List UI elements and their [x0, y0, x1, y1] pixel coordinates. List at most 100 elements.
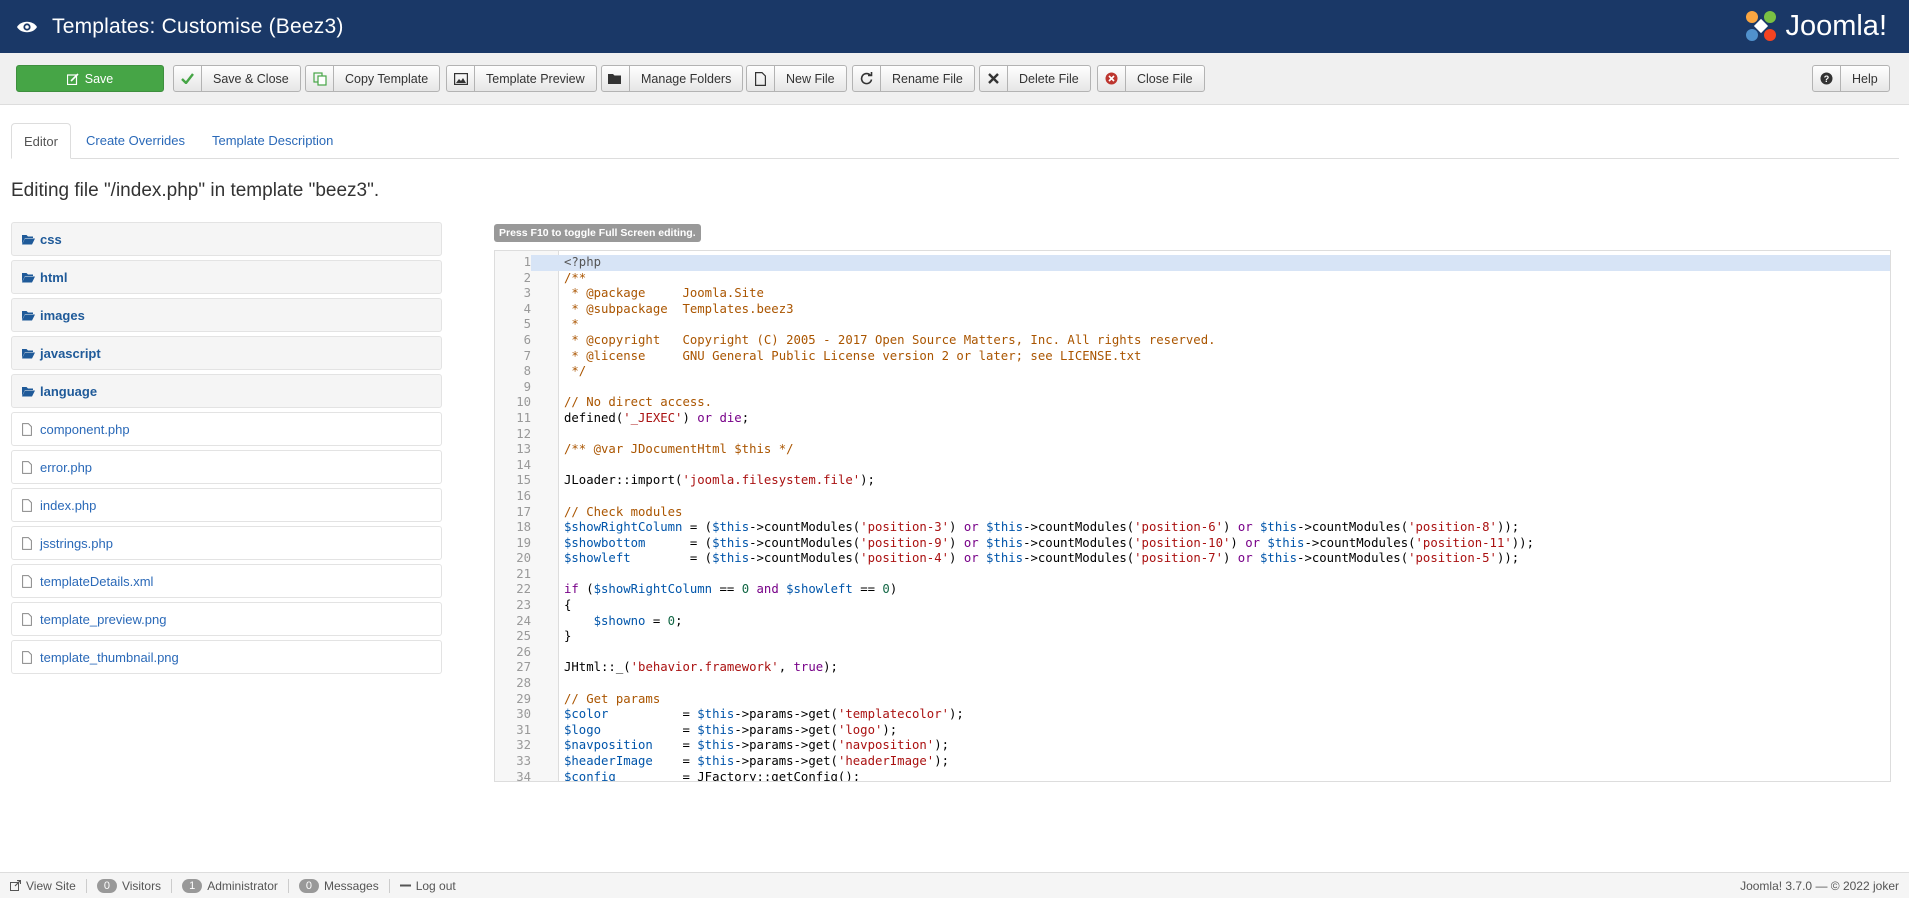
- line-number: 34: [516, 769, 531, 782]
- line-number: 23: [516, 598, 531, 613]
- tree-folder-css[interactable]: css: [11, 222, 442, 256]
- new-file-button[interactable]: New File: [746, 65, 847, 92]
- code-text: $showRightColumn = ($this->countModules(…: [564, 520, 1520, 535]
- tab-editor[interactable]: Editor: [11, 123, 71, 159]
- line-number: 21: [516, 566, 531, 581]
- code-line[interactable]: 23 {: [495, 598, 1890, 614]
- code-line[interactable]: 22 if ($showRightColumn == 0 and $showlef…: [495, 582, 1890, 598]
- line-number: 19: [516, 535, 531, 550]
- code-text: // Check modules: [564, 504, 683, 519]
- edit-icon: [66, 66, 79, 91]
- cancel-circle-icon: [1098, 66, 1126, 91]
- line-number: 18: [516, 520, 531, 535]
- code-text: <?php: [564, 255, 602, 269]
- tab-create-overrides[interactable]: Create Overrides: [74, 123, 197, 159]
- code-line[interactable]: 2 /**: [495, 271, 1890, 287]
- tree-file-error-php[interactable]: error.php: [11, 450, 442, 484]
- code-line[interactable]: 26: [495, 645, 1890, 661]
- line-number: 3: [523, 286, 531, 301]
- joomla-logo[interactable]: Joomla!: [1743, 8, 1887, 44]
- logout-link[interactable]: Log out: [390, 879, 466, 893]
- help-button[interactable]: ? Help: [1812, 65, 1890, 92]
- code-line[interactable]: 34 $config = JFactory::getConfig();: [495, 769, 1890, 782]
- tab-template-description[interactable]: Template Description: [200, 123, 345, 159]
- code-line[interactable]: 5 *: [495, 317, 1890, 333]
- tree-file-jsstrings-php[interactable]: jsstrings.php: [11, 526, 442, 560]
- copy-icon: [306, 66, 334, 91]
- tree-folder-html[interactable]: html: [11, 260, 442, 294]
- code-line[interactable]: 9: [495, 380, 1890, 396]
- code-line[interactable]: 16: [495, 489, 1890, 505]
- version-copyright: Joomla! 3.7.0 — © 2022 joker: [1740, 879, 1899, 893]
- code-line[interactable]: 28: [495, 676, 1890, 692]
- code-line[interactable]: 7 * @license GNU General Public License …: [495, 349, 1890, 365]
- code-line[interactable]: 27 JHtml::_('behavior.framework', true);: [495, 660, 1890, 676]
- code-line[interactable]: 8 */: [495, 364, 1890, 380]
- line-number: 33: [516, 754, 531, 768]
- line-number: 31: [516, 722, 531, 737]
- tree-file-template-preview-png[interactable]: template_preview.png: [11, 602, 442, 636]
- tree-folder-images[interactable]: images: [11, 298, 442, 332]
- tree-file-index-php[interactable]: index.php: [11, 488, 442, 522]
- code-line[interactable]: 15 JLoader::import('joomla.filesystem.fil…: [495, 473, 1890, 489]
- check-icon: [174, 66, 202, 91]
- line-number: 2: [523, 270, 531, 285]
- code-line[interactable]: 25}: [495, 629, 1890, 645]
- tree-file-templatedetails-xml[interactable]: templateDetails.xml: [11, 564, 442, 598]
- file-icon: [747, 66, 775, 91]
- save-button[interactable]: Save: [16, 65, 164, 92]
- rename-file-button[interactable]: Rename File: [852, 65, 975, 92]
- line-number: 28: [516, 676, 531, 691]
- code-line[interactable]: 10 // No direct access.: [495, 395, 1890, 411]
- save-close-button[interactable]: Save & Close: [173, 65, 301, 92]
- code-line[interactable]: 20 $showleft = ($this->countModules('posi…: [495, 551, 1890, 567]
- tree-file-component-php[interactable]: component.php: [11, 412, 442, 446]
- external-link-icon: [10, 880, 21, 891]
- code-line[interactable]: 32 $navposition = $this->params->get('nav…: [495, 738, 1890, 754]
- copy-template-button[interactable]: Copy Template: [305, 65, 441, 92]
- view-site-link[interactable]: View Site: [0, 878, 87, 893]
- code-text: defined('_JEXEC') or die;: [564, 410, 750, 425]
- code-line[interactable]: 6 * @copyright Copyright (C) 2005 - 2017…: [495, 333, 1890, 349]
- code-line[interactable]: 14: [495, 458, 1890, 474]
- code-text: // No direct access.: [564, 395, 713, 410]
- administrator-count: 1 Administrator: [172, 878, 289, 893]
- code-line[interactable]: 12: [495, 427, 1890, 443]
- code-line[interactable]: 3 * @package Joomla.Site: [495, 286, 1890, 302]
- line-number: 17: [516, 504, 531, 519]
- code-text: * @package Joomla.Site: [564, 286, 764, 301]
- line-number: 10: [516, 395, 531, 410]
- code-line[interactable]: 29 // Get params: [495, 692, 1890, 708]
- code-line[interactable]: 4 * @subpackage Templates.beez3: [495, 302, 1890, 318]
- code-text: */: [564, 364, 587, 379]
- editing-file-heading: Editing file "/index.php" in template "b…: [11, 180, 380, 201]
- manage-folders-button[interactable]: Manage Folders: [601, 65, 744, 92]
- tree-file-template-thumbnail-png[interactable]: template_thumbnail.png: [11, 640, 442, 674]
- line-number: 7: [523, 348, 531, 363]
- template-preview-button[interactable]: Template Preview: [446, 65, 597, 92]
- tree-folder-javascript[interactable]: javascript: [11, 336, 442, 370]
- code-line[interactable]: 1 <?php: [495, 255, 1890, 271]
- close-file-button[interactable]: Close File: [1097, 65, 1205, 92]
- code-line[interactable]: 30 $color = $this->params->get('templatec…: [495, 707, 1890, 723]
- messages-link[interactable]: 0 Messages: [289, 878, 390, 893]
- tree-folder-language[interactable]: language: [11, 374, 442, 408]
- delete-file-button[interactable]: Delete File: [979, 65, 1091, 92]
- code-editor[interactable]: 1 <?php 2/** 3 * @package Joomla.Site 4 * @s…: [494, 250, 1891, 782]
- line-number: 13: [516, 442, 531, 457]
- line-number: 32: [516, 738, 531, 753]
- code-line[interactable]: 33 $headerImage = $this->params->get('hea…: [495, 754, 1890, 770]
- code-line[interactable]: 21: [495, 567, 1890, 583]
- line-number: 4: [523, 301, 531, 316]
- code-line[interactable]: 17 // Check modules: [495, 505, 1890, 521]
- code-line[interactable]: 18 $showRightColumn = ($this->countModule…: [495, 520, 1890, 536]
- code-text: $logo = $this->params->get('logo');: [564, 722, 898, 737]
- visitors-badge: 0: [96, 878, 117, 893]
- code-line[interactable]: 24 $showno = 0;: [495, 614, 1890, 630]
- line-number: 30: [516, 707, 531, 722]
- line-number: 29: [516, 691, 531, 706]
- code-line[interactable]: 19 $showbottom = ($this->countModules('po…: [495, 536, 1890, 552]
- code-line[interactable]: 13 /** @var JDocumentHtml $this */: [495, 442, 1890, 458]
- code-line[interactable]: 11 defined('_JEXEC') or die;: [495, 411, 1890, 427]
- code-line[interactable]: 31 $logo = $this->params->get('logo');: [495, 723, 1890, 739]
